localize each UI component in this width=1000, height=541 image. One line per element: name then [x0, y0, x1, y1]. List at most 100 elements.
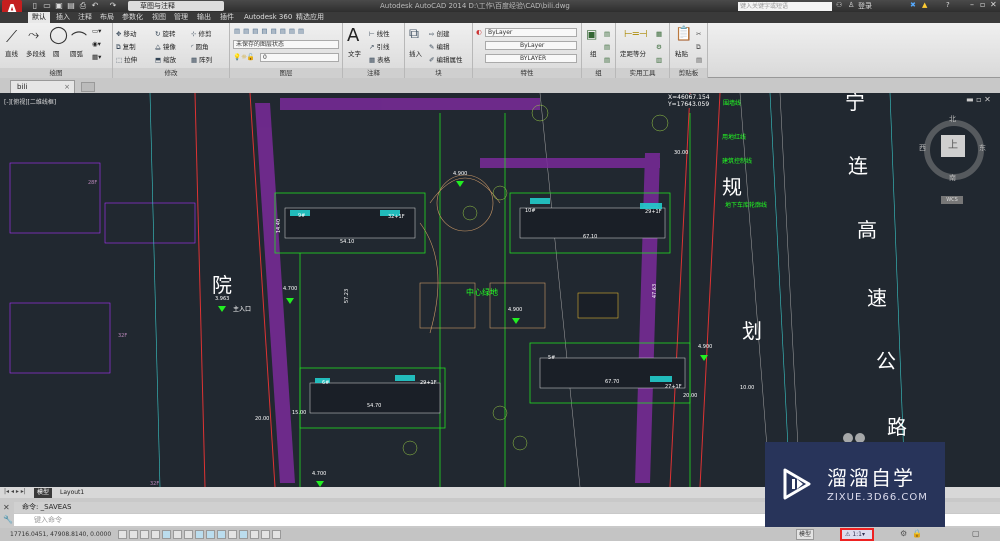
rectangle-icon[interactable]: ▭▾ [92, 27, 101, 35]
viewcube-top-face[interactable]: 上 [941, 135, 965, 157]
open-icon[interactable]: ▭ [42, 1, 52, 10]
linetype-dropdown[interactable]: ByLayer [485, 41, 577, 50]
layout-nav-arrows[interactable]: |◂ ◂ ▸ ▸| [4, 488, 26, 495]
hatch-icon[interactable]: ◉▾ [92, 40, 101, 48]
paste-icon[interactable]: 📋 [675, 26, 692, 42]
color-dropdown[interactable]: ByLayer [485, 28, 577, 37]
text-button[interactable]: 文字 [348, 48, 361, 58]
grid-toggle[interactable] [140, 530, 149, 539]
panel-clipboard-label[interactable]: 剪贴板 [670, 68, 707, 78]
tab-home[interactable]: 默认 [28, 12, 50, 23]
array-button[interactable]: ▦ 阵列 [191, 54, 212, 64]
help-icon[interactable]: ? [946, 1, 950, 9]
drawing-canvas[interactable]: [-][俯视][二维线框] 院 规 划 宁 连 高 速 公 路 中心绿地 主入口… [0, 93, 1000, 487]
utility-tools-icons[interactable]: ▦ ⚙ ▥ [656, 28, 662, 67]
lineweight-dropdown[interactable]: BYLAYER [485, 54, 577, 63]
panel-block-label[interactable]: 块 [405, 68, 472, 78]
viewport-restore-icons[interactable]: ▬ ▫ ✕ [966, 95, 991, 104]
panel-properties-label[interactable]: 特性 [473, 68, 581, 78]
tab-model[interactable]: 模型 [34, 488, 53, 498]
redo-icon[interactable]: ↷ [108, 1, 118, 10]
close-button[interactable]: ✕ [990, 0, 997, 9]
layer-state-dropdown[interactable]: 未保存的图层状态 [233, 40, 339, 49]
tab-view[interactable]: 视图 [148, 12, 170, 23]
polyline-icon[interactable]: ⤳ [28, 27, 39, 43]
trim-button[interactable]: ⊹ 修剪 [191, 28, 211, 38]
group-button[interactable]: 组 [590, 48, 597, 58]
table-button[interactable]: ▦ 表格 [369, 54, 390, 64]
undo-icon[interactable]: ↶ [90, 1, 100, 10]
edit-attributes-button[interactable]: ✐ 编辑属性 [429, 54, 462, 64]
minimize-button[interactable]: – [970, 0, 974, 9]
tab-autodesk-360[interactable]: Autodesk 360 [240, 12, 296, 23]
line-icon[interactable]: ⟋ [6, 27, 17, 47]
panel-group-label[interactable]: 组 [582, 68, 615, 78]
stretch-button[interactable]: ⬚ 拉伸 [116, 54, 137, 64]
viewcube-east[interactable]: 东 [979, 143, 986, 153]
circle-button[interactable]: 圆 [53, 48, 60, 58]
customize-command-icon[interactable]: 🔧 [3, 515, 13, 524]
panel-modify-label[interactable]: 修改 [113, 68, 229, 78]
new-tab-button[interactable] [81, 82, 95, 92]
selection-cycling-toggle[interactable] [261, 530, 270, 539]
tab-layout[interactable]: 布局 [96, 12, 118, 23]
lineweight-toggle[interactable] [228, 530, 237, 539]
user-icon[interactable]: ♙ [848, 1, 854, 9]
model-space-button[interactable]: 模型 [796, 529, 815, 540]
snap-toggle[interactable] [129, 530, 138, 539]
edit-block-button[interactable]: ✎ 编辑 [429, 41, 449, 51]
exchange-icon[interactable]: ✖ [910, 1, 916, 9]
osnap-toggle[interactable] [173, 530, 182, 539]
login-link[interactable]: 登录 [858, 1, 872, 11]
leader-button[interactable]: ↗ 引线 [369, 41, 389, 51]
polyline-button[interactable]: 多段线 [26, 48, 46, 58]
new-icon[interactable]: ▯ [30, 1, 40, 10]
arc-button[interactable]: 圆弧 [70, 48, 83, 58]
tab-plugins[interactable]: 插件 [216, 12, 238, 23]
group-icon[interactable]: ▣ [586, 27, 597, 41]
circle-icon[interactable]: ◯ [49, 25, 68, 45]
viewcube-west[interactable]: 西 [919, 143, 926, 153]
divide-icon[interactable]: ⊢═⊣ [624, 29, 647, 40]
binoculars-icon[interactable]: ⚇ [836, 1, 842, 9]
workspace-switch-icon[interactable]: ⚙ [900, 529, 907, 538]
panel-utilities-label[interactable]: 实用工具 [616, 68, 669, 78]
linear-dim-button[interactable]: ⊢ 线性 [369, 28, 390, 38]
paste-button[interactable]: 粘贴 [675, 48, 688, 58]
polar-toggle[interactable] [162, 530, 171, 539]
search-input[interactable]: 键入关键字或短语 [738, 2, 832, 11]
insert-block-icon[interactable]: ⧉ [409, 26, 419, 42]
panel-draw-label[interactable]: 绘图 [0, 68, 112, 78]
arc-icon[interactable]: ⌒ [71, 26, 87, 50]
ortho-toggle[interactable] [151, 530, 160, 539]
tab-insert[interactable]: 插入 [52, 12, 74, 23]
ducs-toggle[interactable] [206, 530, 215, 539]
viewcube-north[interactable]: 北 [949, 114, 956, 124]
text-icon[interactable]: A [347, 25, 359, 46]
annotation-scale-button[interactable]: ⚠ 1:1▾ [840, 528, 874, 541]
copy-button[interactable]: ⧉ 复制 [116, 41, 136, 52]
infer-constraints-toggle[interactable] [118, 530, 127, 539]
layer-tools-icons[interactable]: ▤▤▤▤▤▤▤▤ [234, 27, 307, 35]
line-button[interactable]: 直线 [5, 48, 18, 58]
dyn-toggle[interactable] [217, 530, 226, 539]
rotate-button[interactable]: ↻ 旋转 [155, 28, 175, 38]
tab-layout1[interactable]: Layout1 [57, 488, 87, 498]
wcs-menu[interactable]: WCS [941, 196, 963, 204]
region-icon[interactable]: ▦▾ [92, 53, 101, 61]
fillet-button[interactable]: ◜ 圆角 [191, 41, 209, 51]
maximize-button[interactable]: ▫ [980, 0, 985, 9]
tab-output[interactable]: 输出 [193, 12, 215, 23]
panel-annotation-label[interactable]: 注释 [343, 68, 404, 78]
transparency-toggle[interactable] [239, 530, 248, 539]
insert-button[interactable]: 插入 [409, 48, 422, 58]
save-as-icon[interactable]: ▤ [66, 1, 76, 10]
print-icon[interactable]: ⎙ [78, 1, 88, 10]
save-icon[interactable]: ▣ [54, 1, 64, 10]
lock-icon[interactable]: 🔒 [912, 529, 922, 538]
file-tab[interactable]: bili × [10, 80, 75, 93]
quick-properties-toggle[interactable] [250, 530, 259, 539]
clean-screen-icon[interactable]: ▢ [972, 529, 980, 538]
tab-parametric[interactable]: 参数化 [118, 12, 147, 23]
otrack-toggle[interactable] [195, 530, 204, 539]
